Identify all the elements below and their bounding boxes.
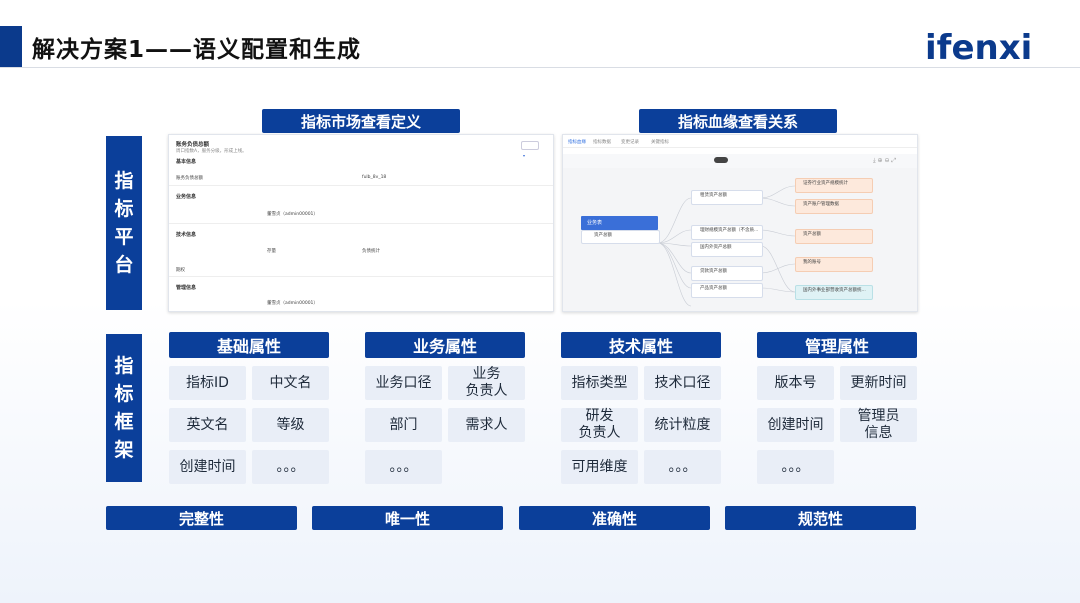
attribute-cell: 。。。	[757, 450, 834, 484]
section-business: 业务信息	[176, 194, 197, 200]
lineage-tab[interactable]: 关键指标	[651, 139, 669, 145]
attribute-cell: 。。。	[252, 450, 329, 484]
quality-uniqueness: 唯一性	[312, 506, 503, 530]
attribute-cell: 指标ID	[169, 366, 246, 400]
section-management: 管理信息	[176, 285, 197, 291]
field-value: 存量	[267, 249, 276, 254]
attribute-cell: 。。。	[644, 450, 721, 484]
node-label: 我的账号	[803, 260, 821, 265]
attribute-cell: 指标类型	[561, 366, 638, 400]
field-value: fulb_8v_18	[362, 175, 387, 180]
attribute-cell: 等级	[252, 408, 329, 442]
framework-side-label: 指 标 框 架	[106, 334, 142, 482]
node-label: 证券行业资产规模统计	[803, 181, 848, 186]
node-label: 产品资产总额	[700, 286, 727, 291]
attribute-cell: 更新时间	[840, 366, 917, 400]
framework-char: 框	[114, 411, 134, 433]
market-label: 指标市场查看定义	[262, 109, 460, 133]
quality-standardization: 规范性	[725, 506, 916, 530]
attribute-cell: 研发 负责人	[561, 408, 638, 442]
attribute-cell: 技术口径	[644, 366, 721, 400]
category-basic-header: 基础属性	[169, 332, 329, 358]
platform-char: 指	[114, 170, 134, 192]
attribute-cell: 业务口径	[365, 366, 442, 400]
metric-desc: 周口指数A，服务分级，形成上线。	[176, 149, 247, 154]
quality-completeness: 完整性	[106, 506, 297, 530]
field-value: 期权	[176, 268, 185, 273]
node-label: 国内外资产总额	[700, 245, 732, 250]
metric-lineage-screenshot: 指标血缘 指标数据 变更记录 关键指标 ⤓ ⊕ ⊖ ⤢ 业务表 资产总额 租赁资…	[562, 134, 918, 312]
attribute-cell: 。。。	[365, 450, 442, 484]
framework-char: 指	[114, 355, 134, 377]
framework-char: 架	[114, 439, 134, 461]
field-value: 账务负债总额	[176, 176, 203, 181]
brand-logo: ifenxi	[925, 28, 1033, 68]
edit-icon[interactable]	[521, 141, 539, 150]
attribute-cell: 管理员 信息	[840, 408, 917, 442]
platform-char: 平	[114, 226, 134, 248]
toggle-switch[interactable]	[714, 157, 728, 163]
node-label: 资产总额	[803, 232, 821, 237]
root-node-label: 业务表	[587, 220, 603, 226]
lineage-tab[interactable]: 指标数据	[593, 139, 611, 145]
category-management-header: 管理属性	[757, 332, 917, 358]
category-technical-header: 技术属性	[561, 332, 721, 358]
framework-char: 标	[114, 383, 134, 405]
background-gradient	[0, 300, 1080, 603]
node-label: 理财规模资产总额（不含质...	[700, 228, 759, 233]
platform-char: 台	[114, 254, 134, 276]
header-divider	[0, 67, 1080, 68]
platform-char: 标	[114, 198, 134, 220]
attribute-cell: 可用维度	[561, 450, 638, 484]
attribute-cell: 创建时间	[169, 450, 246, 484]
node-label: 租赁资产总额	[700, 193, 727, 198]
field-value: 董雪贞（admin00001）	[267, 212, 318, 217]
metric-market-screenshot: 账务负债总额 周口指数A，服务分级，形成上线。 ▾ 基本信息 账务负债总额 fu…	[168, 134, 554, 312]
more-icon[interactable]: ▾	[523, 153, 533, 158]
node-label: 资产账户管理数据	[803, 202, 839, 207]
node-label: 贷款资产总额	[700, 269, 727, 274]
attribute-cell: 英文名	[169, 408, 246, 442]
field-value: 董雪贞（admin00001）	[267, 301, 318, 306]
section-technical: 技术信息	[176, 232, 197, 238]
lineage-tab[interactable]: 变更记录	[621, 139, 639, 145]
field-value: 负债统计	[362, 249, 380, 254]
attribute-cell: 版本号	[757, 366, 834, 400]
attribute-cell: 需求人	[448, 408, 525, 442]
platform-side-label: 指 标 平 台	[106, 136, 142, 310]
title-accent-bar	[0, 26, 22, 68]
toolbar-icons[interactable]: ⤓ ⊕ ⊖ ⤢	[873, 157, 896, 165]
section-basic: 基本信息	[176, 159, 197, 165]
attribute-cell: 统计粒度	[644, 408, 721, 442]
lineage-label: 指标血缘查看关系	[639, 109, 837, 133]
lineage-node[interactable]	[581, 230, 660, 244]
node-label: 资产总额	[594, 233, 612, 238]
attribute-cell: 业务 负责人	[448, 366, 525, 400]
category-business-header: 业务属性	[365, 332, 525, 358]
lineage-tab[interactable]: 指标血缘	[568, 139, 586, 145]
page-title: 解决方案1——语义配置和生成	[32, 37, 362, 63]
node-label: 国内外事业部营收资产总额统...	[803, 288, 866, 293]
metric-name: 账务负债总额	[176, 142, 210, 148]
quality-accuracy: 准确性	[519, 506, 710, 530]
attribute-cell: 部门	[365, 408, 442, 442]
attribute-cell: 中文名	[252, 366, 329, 400]
attribute-cell: 创建时间	[757, 408, 834, 442]
